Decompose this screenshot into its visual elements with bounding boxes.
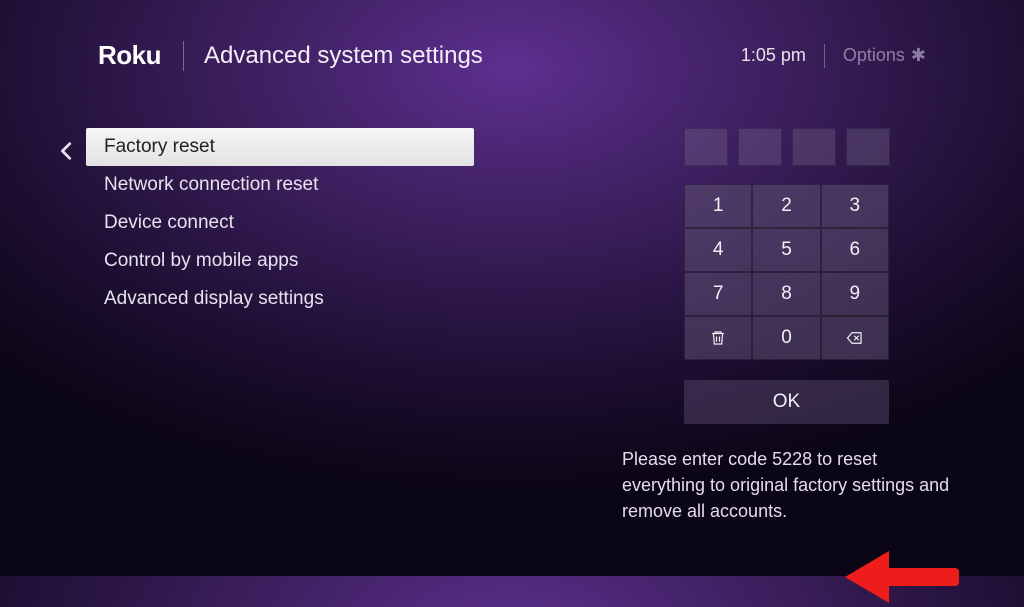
code-digit-4[interactable] [846, 128, 890, 166]
page-title: Advanced system settings [204, 42, 483, 70]
options-label: Options [843, 45, 905, 66]
clock: 1:05 pm [741, 45, 806, 66]
menu-item-label: Advanced display settings [104, 288, 324, 310]
content: Factory reset Network connection reset D… [52, 128, 1024, 576]
settings-menu: Factory reset Network connection reset D… [86, 128, 474, 318]
menu-item-device-connect[interactable]: Device connect [86, 204, 474, 242]
numeric-keypad: 1 2 3 4 5 6 7 8 9 0 [684, 184, 889, 360]
key-1[interactable]: 1 [684, 184, 752, 228]
trash-icon [709, 329, 727, 347]
ok-label: OK [773, 391, 800, 413]
menu-item-network-connection-reset[interactable]: Network connection reset [86, 166, 474, 204]
key-2[interactable]: 2 [752, 184, 820, 228]
menu-item-factory-reset[interactable]: Factory reset [86, 128, 474, 166]
logo: Roku [98, 40, 161, 71]
divider [183, 41, 184, 71]
code-entry [684, 128, 972, 166]
menu-item-control-by-mobile-apps[interactable]: Control by mobile apps [86, 242, 474, 280]
key-0[interactable]: 0 [752, 316, 820, 360]
code-digit-1[interactable] [684, 128, 728, 166]
key-clear[interactable] [684, 316, 752, 360]
key-9[interactable]: 9 [821, 272, 889, 316]
instruction-text: Please enter code 5228 to reset everythi… [622, 446, 962, 524]
star-icon: ✱ [911, 45, 926, 66]
ok-button[interactable]: OK [684, 380, 889, 424]
key-8[interactable]: 8 [752, 272, 820, 316]
key-7[interactable]: 7 [684, 272, 752, 316]
back-button[interactable] [56, 140, 78, 162]
backspace-icon [846, 329, 864, 347]
key-4[interactable]: 4 [684, 228, 752, 272]
key-backspace[interactable] [821, 316, 889, 360]
options-button[interactable]: Options ✱ [843, 45, 926, 66]
keypad-panel: 1 2 3 4 5 6 7 8 9 0 [612, 128, 972, 524]
code-digit-3[interactable] [792, 128, 836, 166]
key-6[interactable]: 6 [821, 228, 889, 272]
header-right: 1:05 pm Options ✱ [741, 44, 926, 68]
key-3[interactable]: 3 [821, 184, 889, 228]
menu-item-label: Device connect [104, 212, 234, 234]
annotation-arrow-icon [845, 543, 965, 607]
menu-item-label: Network connection reset [104, 174, 318, 196]
chevron-left-icon [56, 140, 78, 162]
key-5[interactable]: 5 [752, 228, 820, 272]
menu-item-label: Factory reset [104, 136, 215, 158]
menu-item-advanced-display-settings[interactable]: Advanced display settings [86, 280, 474, 318]
code-digit-2[interactable] [738, 128, 782, 166]
divider [824, 44, 825, 68]
menu-item-label: Control by mobile apps [104, 250, 298, 272]
header: Roku Advanced system settings 1:05 pm Op… [0, 40, 1024, 71]
